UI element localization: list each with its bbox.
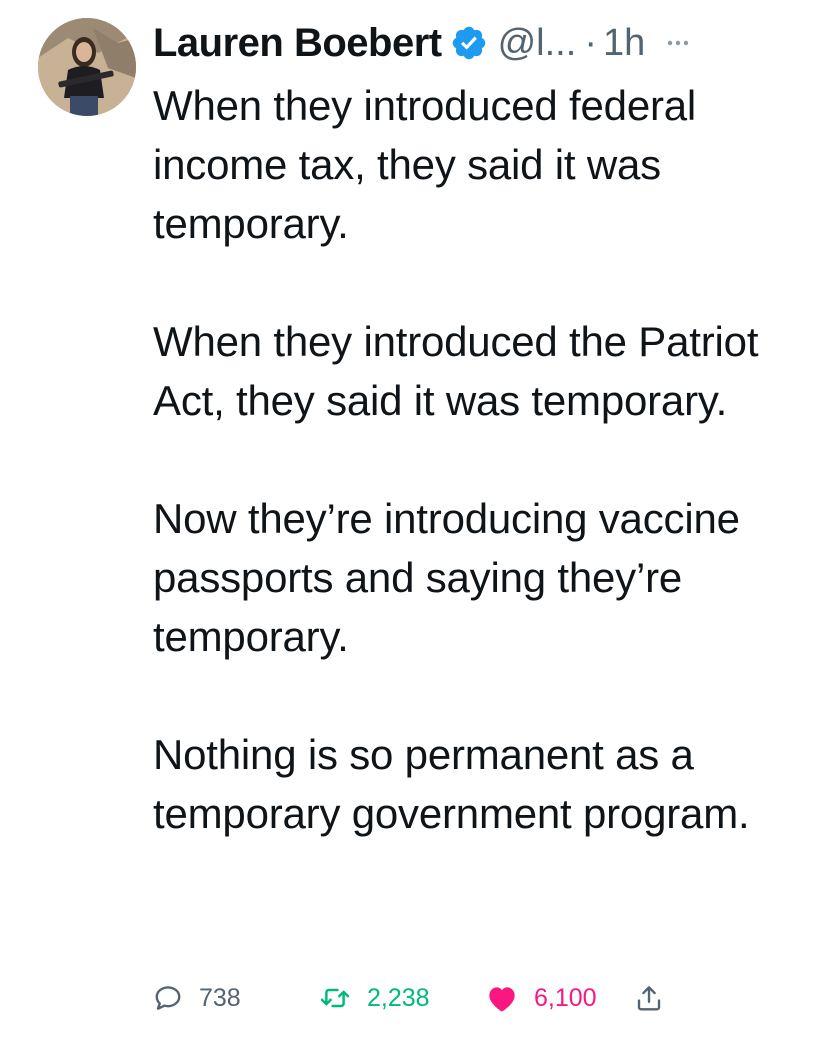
tweet-actions: 738 2,238 6,100 — [153, 978, 713, 1018]
tweet-timestamp[interactable]: 1h — [603, 22, 645, 65]
retweet-button[interactable]: 2,238 — [319, 983, 486, 1013]
tweet-paragraph: Now they’re introducing vaccine passport… — [153, 495, 740, 660]
speech-bubble-icon — [155, 986, 181, 1010]
tweet-paragraph: When they introduced federal income tax,… — [153, 82, 697, 247]
tweet-card[interactable]: Lauren Boebert @l... · 1h When they intr… — [0, 0, 828, 1039]
like-count: 6,100 — [534, 983, 597, 1012]
like-button[interactable]: 6,100 — [486, 983, 634, 1013]
avatar[interactable] — [38, 18, 136, 116]
tweet-paragraph: When they introduced the Patriot Act, th… — [153, 318, 759, 424]
share-upload-icon — [637, 986, 661, 1011]
heart-icon — [489, 987, 515, 1012]
tweet-content: Lauren Boebert @l... · 1h When they intr… — [153, 14, 803, 843]
retweet-count: 2,238 — [367, 983, 430, 1012]
share-button[interactable] — [634, 982, 664, 1014]
tweet-header: Lauren Boebert @l... · 1h — [153, 14, 803, 72]
author-handle[interactable]: @l... — [498, 22, 577, 65]
reply-count: 738 — [199, 983, 241, 1012]
verified-badge-icon — [452, 26, 485, 60]
author-name[interactable]: Lauren Boebert — [153, 21, 442, 66]
reply-button[interactable]: 738 — [153, 983, 319, 1013]
tweet-text: When they introduced federal income tax,… — [153, 76, 803, 843]
tweet-paragraph: Nothing is so permanent as a temporary g… — [153, 731, 750, 837]
ellipsis-icon[interactable] — [663, 28, 693, 58]
separator-dot: · — [584, 21, 597, 64]
avatar-image — [38, 18, 136, 116]
retweet-arrows-icon — [320, 988, 350, 1008]
